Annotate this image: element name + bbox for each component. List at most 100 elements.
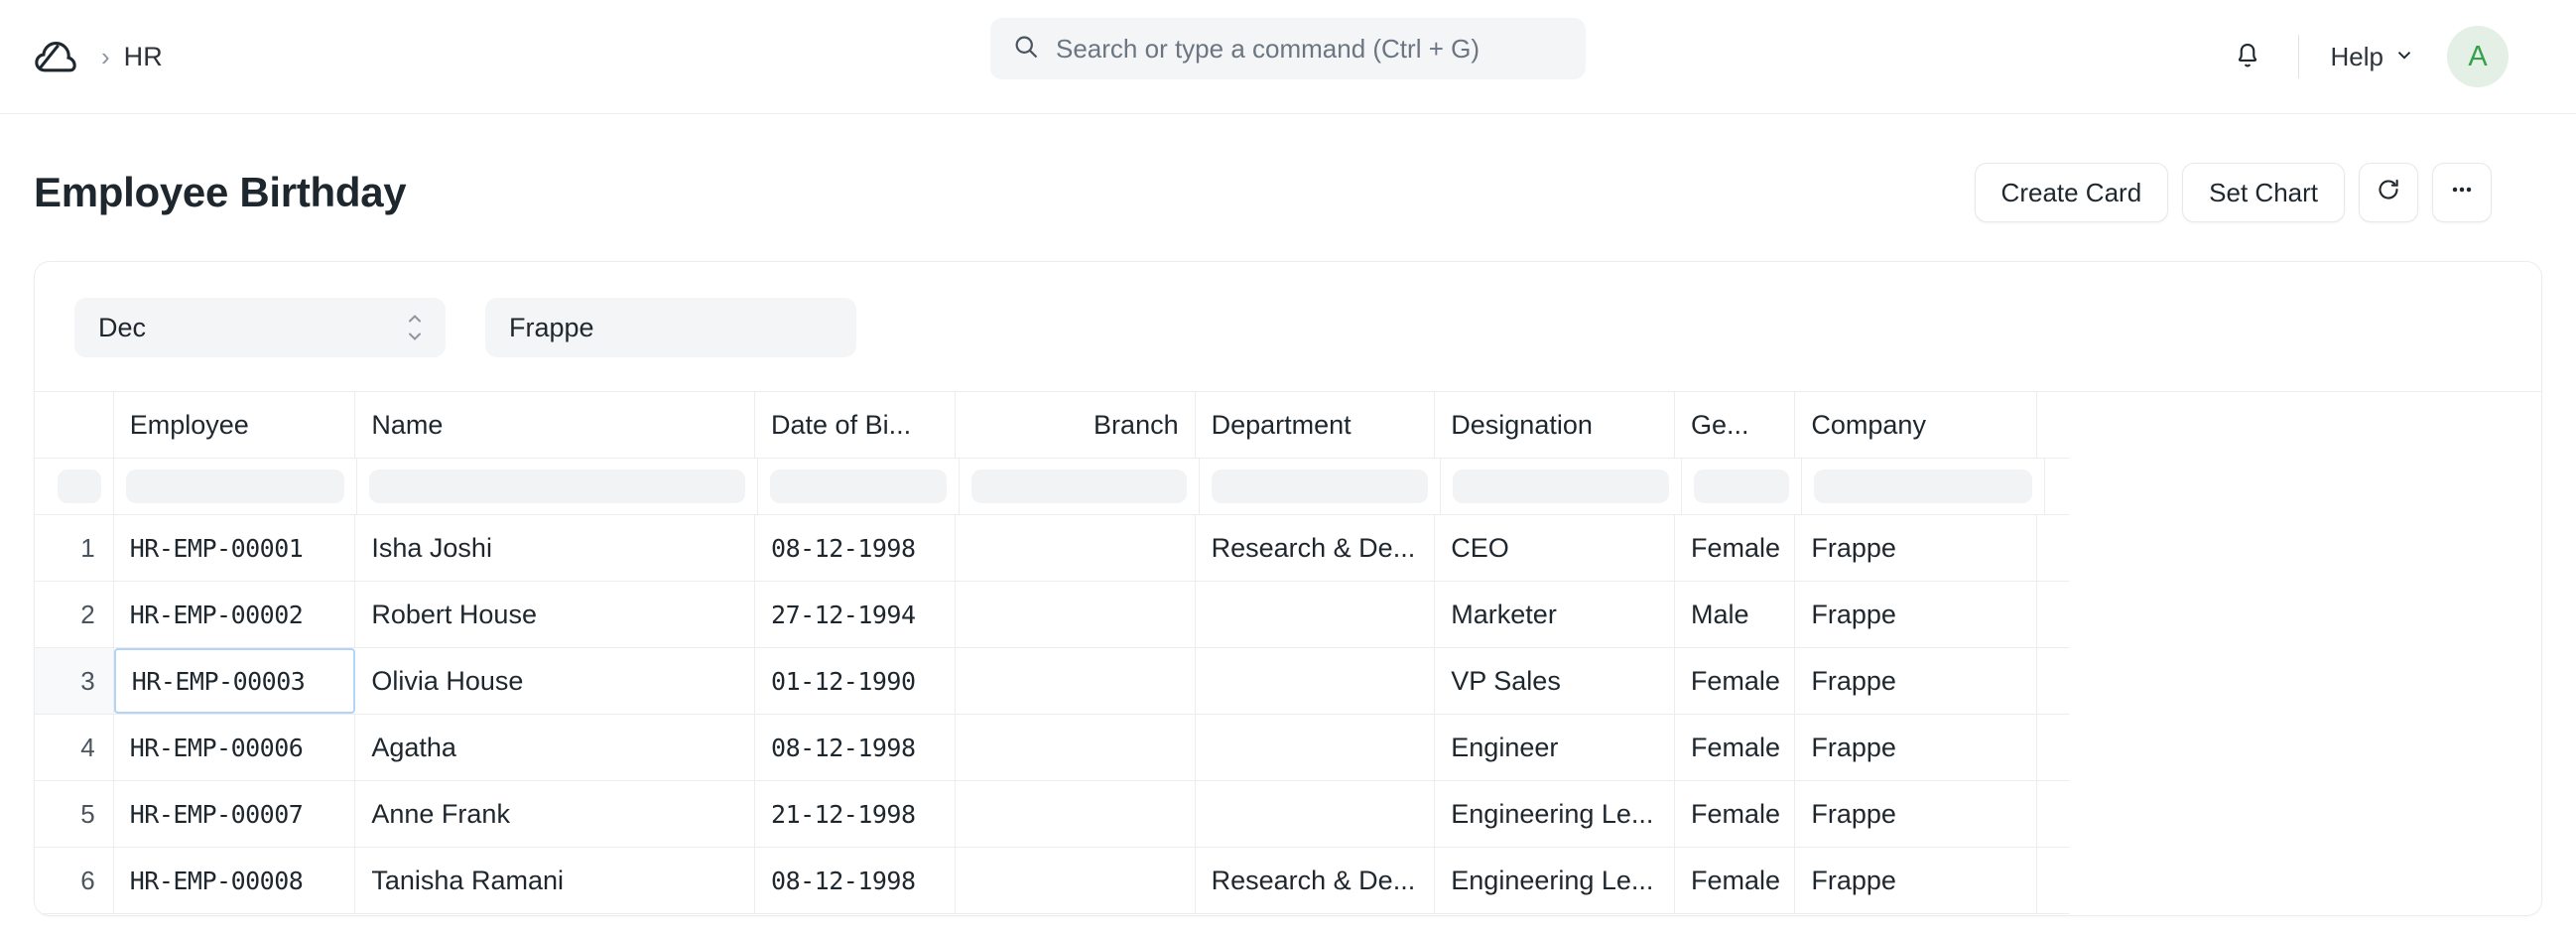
cell-name[interactable]: Anne Frank [355,781,755,847]
cell-gender[interactable]: Female [1675,848,1795,913]
datatable-filter-row[interactable] [35,459,2069,515]
column-header-branch[interactable]: Branch [956,392,1196,458]
user-avatar[interactable]: A [2447,26,2509,87]
cell-designation[interactable]: Engineering Le... [1435,781,1675,847]
cell-designation[interactable]: CEO [1435,515,1675,581]
cell-idx[interactable]: 1 [35,515,114,581]
cell-gender[interactable]: Female [1675,715,1795,780]
cell-department[interactable]: Research & De... [1196,515,1436,581]
column-filter-idx[interactable] [35,459,114,514]
column-header-dob[interactable]: Date of Bi... [755,392,956,458]
month-select[interactable]: JanFebMarAprMayJunJulAugSepOctNovDec [74,298,446,357]
filter-input-placeholder[interactable] [126,469,344,503]
cell-branch[interactable] [956,648,1196,714]
cell-idx[interactable]: 6 [35,848,114,913]
filter-input-placeholder[interactable] [1453,469,1669,503]
cell-company[interactable]: Frappe [1795,715,2037,780]
cell-idx[interactable]: 5 [35,781,114,847]
table-row[interactable]: 5HR-EMP-00007Anne Frank21-12-1998 Enginee… [35,781,2069,848]
column-header-designation[interactable]: Designation [1435,392,1675,458]
filter-input-placeholder[interactable] [971,469,1188,503]
column-header-gender[interactable]: Ge... [1675,392,1795,458]
filter-input-placeholder[interactable] [58,469,101,503]
cell-employee[interactable]: HR-EMP-00002 [114,582,356,647]
column-filter-dob[interactable] [758,459,960,514]
cell-employee[interactable]: HR-EMP-00006 [114,715,356,780]
breadcrumb-item-hr[interactable]: HR [124,42,163,72]
cell-name[interactable]: Agatha [355,715,755,780]
cell-gender[interactable]: Female [1675,515,1795,581]
cell-dob[interactable]: 08-12-1998 [755,848,956,913]
cell-designation[interactable]: Marketer [1435,582,1675,647]
cell-designation[interactable]: Engineer [1435,715,1675,780]
create-card-button[interactable]: Create Card [1975,163,2169,222]
cell-company[interactable]: Frappe [1795,582,2037,647]
set-chart-button[interactable]: Set Chart [2182,163,2345,222]
cell-idx[interactable]: 2 [35,582,114,647]
table-row[interactable]: 3HR-EMP-00003Olivia House01-12-1990 VP Sa… [35,648,2069,715]
filter-input-placeholder[interactable] [1814,469,2032,503]
column-filter-company[interactable] [1802,459,2045,514]
cell-branch[interactable] [956,848,1196,913]
filter-input-placeholder[interactable] [1212,469,1428,503]
table-row[interactable]: 2HR-EMP-00002Robert House27-12-1994Marke… [35,582,2069,648]
help-menu-button[interactable]: Help [2327,36,2419,78]
column-header-name[interactable]: Name [355,392,755,458]
cell-employee[interactable]: HR-EMP-00003 [114,648,356,714]
column-header-employee[interactable]: Employee [114,392,356,458]
frappe-cloud-logo-icon[interactable] [30,31,81,82]
filter-input-placeholder[interactable] [770,469,947,503]
filter-input-placeholder[interactable] [1694,469,1790,503]
cell-name[interactable]: Olivia House [355,648,755,714]
cell-name[interactable]: Isha Joshi [355,515,755,581]
cell-gender[interactable]: Male [1675,582,1795,647]
cell-designation[interactable]: VP Sales [1435,648,1675,714]
cell-company[interactable]: Frappe [1795,515,2037,581]
cell-branch[interactable] [956,781,1196,847]
cell-company[interactable]: Frappe [1795,848,2037,913]
notifications-button[interactable] [2219,28,2276,85]
column-header-department[interactable]: Department [1196,392,1436,458]
cell-dob[interactable]: 27-12-1994 [755,582,956,647]
cell-dob[interactable]: 21-12-1998 [755,781,956,847]
cell-employee[interactable]: HR-EMP-00008 [114,848,356,913]
table-row[interactable]: 1HR-EMP-00001Isha Joshi08-12-1998 Researc… [35,515,2069,582]
refresh-button[interactable] [2359,163,2418,222]
column-filter-department[interactable] [1200,459,1441,514]
table-row[interactable]: 4HR-EMP-00006Agatha08-12-1998 EngineerFem… [35,715,2069,781]
column-filter-gender[interactable] [1682,459,1803,514]
search-input[interactable] [1056,34,1564,65]
cell-department[interactable] [1196,781,1436,847]
cell-dob[interactable]: 08-12-1998 [755,715,956,780]
column-filter-name[interactable] [357,459,758,514]
more-options-button[interactable] [2432,163,2492,222]
column-filter-branch[interactable] [960,459,1201,514]
month-filter[interactable]: JanFebMarAprMayJunJulAugSepOctNovDec [74,298,446,357]
table-row[interactable]: 6HR-EMP-00008Tanisha Ramani08-12-1998Res… [35,848,2069,914]
cell-name[interactable]: Tanisha Ramani [355,848,755,913]
cell-department[interactable] [1196,648,1436,714]
cell-company[interactable]: Frappe [1795,648,2037,714]
cell-idx[interactable]: 4 [35,715,114,780]
filter-input-placeholder[interactable] [369,469,745,503]
company-filter-input[interactable] [485,298,856,357]
column-header-idx[interactable] [35,392,114,458]
cell-branch[interactable] [956,715,1196,780]
global-search[interactable] [990,18,1586,79]
cell-department[interactable] [1196,582,1436,647]
cell-gender[interactable]: Female [1675,648,1795,714]
cell-employee[interactable]: HR-EMP-00001 [114,515,356,581]
cell-employee[interactable]: HR-EMP-00007 [114,781,356,847]
cell-branch[interactable] [956,582,1196,647]
cell-company[interactable]: Frappe [1795,781,2037,847]
cell-dob[interactable]: 08-12-1998 [755,515,956,581]
cell-designation[interactable]: Engineering Le... [1435,848,1675,913]
cell-idx[interactable]: 3 [35,648,114,714]
cell-dob[interactable]: 01-12-1990 [755,648,956,714]
column-filter-employee[interactable] [114,459,357,514]
cell-gender[interactable]: Female [1675,781,1795,847]
column-filter-designation[interactable] [1441,459,1682,514]
cell-department[interactable] [1196,715,1436,780]
column-header-company[interactable]: Company [1795,392,2037,458]
cell-branch[interactable] [956,515,1196,581]
